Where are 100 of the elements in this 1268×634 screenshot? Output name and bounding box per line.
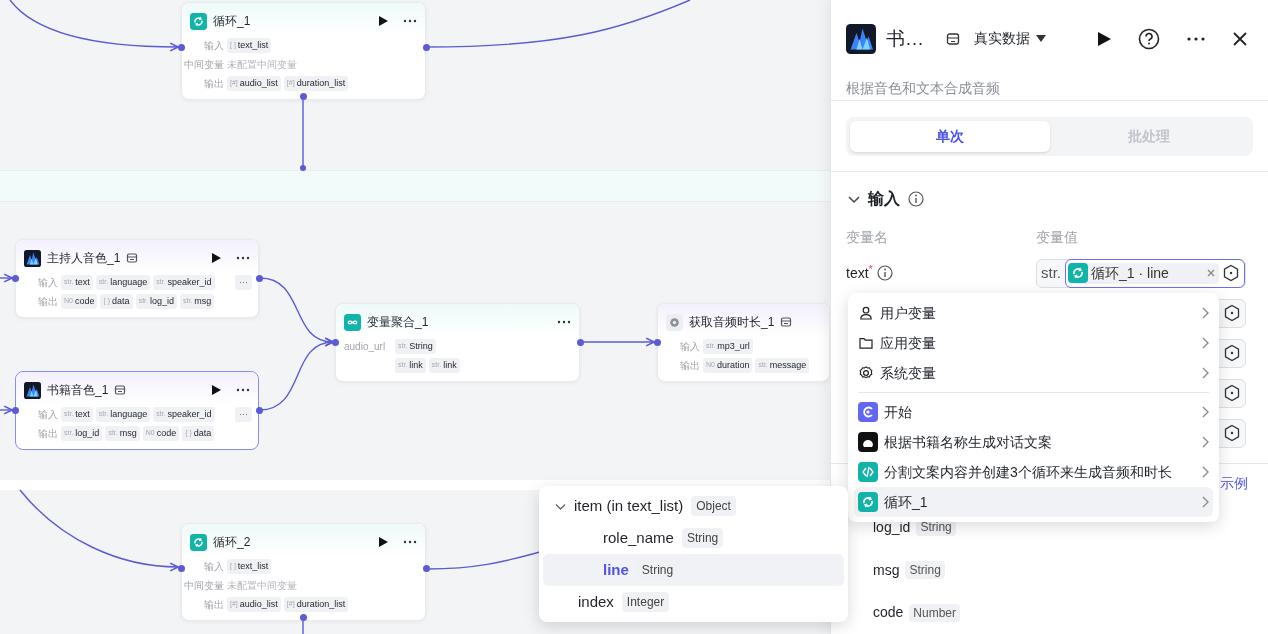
chevron-right-icon <box>1202 307 1209 319</box>
column-header: 变量值 <box>1036 227 1078 245</box>
row-label: 输入 <box>37 276 58 290</box>
variable-name: duration_list <box>296 76 346 90</box>
row-label: 输出 <box>203 598 224 612</box>
type-tag: String <box>905 561 945 580</box>
variable-name: text_list <box>237 38 269 52</box>
menu-item[interactable]: 用户变量 <box>854 298 1213 328</box>
user-icon <box>858 305 874 321</box>
row-label: 输入 <box>679 340 700 354</box>
variable-name: message <box>769 358 807 372</box>
help-icon[interactable] <box>1138 27 1160 50</box>
section-title: 输入 <box>868 189 900 210</box>
node-title: 主持人音色_1 <box>47 250 121 267</box>
folder-icon <box>858 335 874 351</box>
data-mode-dropdown[interactable]: 真实数据 <box>974 28 1046 50</box>
more-icon[interactable] <box>557 319 571 325</box>
type-tag: Object <box>691 496 736 516</box>
peaks-icon <box>846 23 876 54</box>
placeholder-text: 未配置中间变量 <box>227 58 297 72</box>
row-label: 输入 <box>203 39 224 53</box>
tab[interactable]: 单次 <box>850 121 1050 152</box>
value-field[interactable]: str. 循环_1 · line <box>1036 258 1246 288</box>
field-label: text <box>846 263 869 283</box>
row-label: audio_url <box>343 340 387 354</box>
row-label: 输出 <box>679 359 700 373</box>
hexagon-icon[interactable] <box>1223 344 1241 363</box>
run-icon[interactable] <box>210 252 222 264</box>
menu-item[interactable]: 分割文案内容并创建3个循环来生成音频和时长 <box>854 457 1213 487</box>
variable-name: link <box>443 358 457 372</box>
chevron-right-icon <box>1202 367 1209 379</box>
connector <box>0 273 13 283</box>
more-icon[interactable] <box>236 255 250 261</box>
output-name: log_id <box>873 517 911 537</box>
tree-label: line <box>603 559 629 580</box>
run-icon[interactable] <box>1096 30 1112 47</box>
run-icon[interactable] <box>377 536 389 548</box>
hexagon-icon[interactable] <box>1222 264 1240 283</box>
menu-item[interactable]: 应用变量 <box>854 328 1213 358</box>
loop-icon <box>190 533 207 551</box>
variable-name: msg <box>194 294 212 308</box>
variable-name: msg <box>119 426 137 440</box>
menu-label: 循环_1 <box>884 492 928 512</box>
store-icon <box>946 31 960 46</box>
variable-name: audio_list <box>239 597 278 611</box>
menu-item[interactable]: 系统变量 <box>854 358 1213 388</box>
infinity-icon <box>344 313 361 331</box>
variable-name: data <box>112 294 130 308</box>
chevron-right-icon <box>1202 496 1209 508</box>
placeholder-text: 未配置中间变量 <box>227 579 297 593</box>
menu-label: 用户变量 <box>880 303 936 323</box>
variable-name: speaker_id <box>167 275 212 289</box>
menu-item[interactable]: 根据书籍名称生成对话文案 <box>854 427 1213 457</box>
info-icon <box>876 265 893 282</box>
chevron-right-icon <box>1202 436 1209 448</box>
chevron-right-icon <box>1202 337 1209 349</box>
hexagon-icon[interactable] <box>1223 384 1241 403</box>
tree-item[interactable]: item (in text_list) Object <box>543 490 844 522</box>
row-label: 中间变量 <box>183 58 224 72</box>
tree-item[interactable]: role_name String <box>543 522 844 554</box>
chevron-icon[interactable] <box>848 193 860 206</box>
hexagon-icon[interactable] <box>1223 304 1241 323</box>
chevron-right-icon <box>1202 406 1209 418</box>
variable-name: code <box>156 426 177 440</box>
node-title: 循环_2 <box>213 534 251 551</box>
run-icon[interactable] <box>377 15 389 27</box>
menu-item[interactable]: 开始 <box>854 397 1213 427</box>
required-mark: * <box>868 262 873 275</box>
node-description: 根据音色和文本合成音频 <box>845 78 1001 98</box>
hexagon-icon[interactable] <box>1223 424 1241 443</box>
variable-name: speaker_id <box>167 407 212 421</box>
port-dot[interactable] <box>300 165 306 171</box>
info-icon <box>908 191 924 208</box>
type-tag: String <box>681 528 724 548</box>
example-link[interactable]: 示例 <box>1220 473 1248 495</box>
type-label: str. <box>1040 263 1062 283</box>
caret-icon <box>1036 34 1046 43</box>
peaks-icon <box>24 249 41 267</box>
more-tag[interactable]: ··· <box>235 275 252 290</box>
variable-name: data <box>193 426 212 440</box>
settings-icon <box>858 365 874 381</box>
tree-item[interactable]: index Integer <box>543 586 844 618</box>
row-label: 输出 <box>37 295 58 309</box>
more-tag[interactable]: ··· <box>235 407 252 422</box>
run-icon[interactable] <box>210 384 222 396</box>
variable-name: text <box>75 275 90 289</box>
more-icon[interactable] <box>403 18 417 24</box>
variable-name: String <box>409 339 433 353</box>
tree-item[interactable]: line String <box>543 554 844 586</box>
row-label: 中间变量 <box>183 579 224 593</box>
variable-name: language <box>110 407 148 421</box>
more-icon[interactable] <box>403 539 417 545</box>
peaks-icon <box>24 381 41 399</box>
more-icon[interactable] <box>1186 35 1206 42</box>
start-icon <box>858 402 878 422</box>
close-icon[interactable] <box>1232 30 1248 47</box>
more-icon[interactable] <box>236 387 250 393</box>
code-icon <box>858 462 878 482</box>
chevron-right-icon <box>1202 466 1209 478</box>
menu-item[interactable]: 循环_1 <box>854 487 1213 517</box>
